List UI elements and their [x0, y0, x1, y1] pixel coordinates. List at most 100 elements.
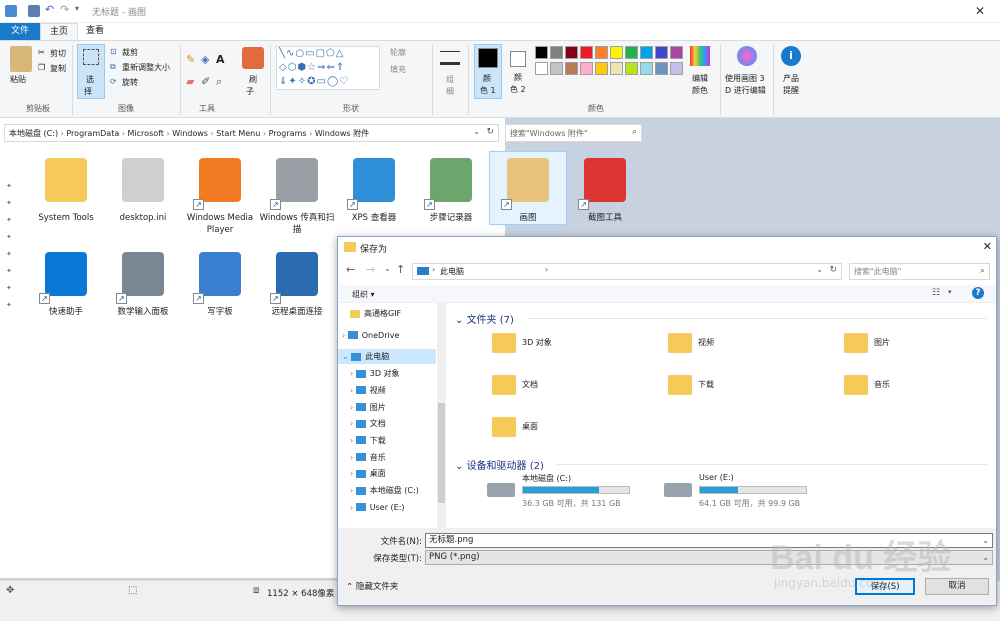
- drive-name[interactable]: 本地磁盘 (C:): [522, 473, 571, 484]
- color-swatch[interactable]: [670, 46, 683, 59]
- chevron-down-icon[interactable]: ▾: [948, 288, 952, 296]
- folder-label[interactable]: 图片: [874, 337, 890, 348]
- color-swatch[interactable]: [655, 46, 668, 59]
- dialog-search-input[interactable]: 搜索"此电脑" ⌕: [849, 263, 990, 280]
- save-icon[interactable]: [28, 5, 40, 17]
- resize-button[interactable]: 重新调整大小: [122, 62, 170, 73]
- tree-item[interactable]: › 视频: [338, 383, 436, 398]
- color-swatch[interactable]: [610, 46, 623, 59]
- color-swatch[interactable]: [595, 62, 608, 75]
- color-swatch[interactable]: [625, 62, 638, 75]
- paint3d-label[interactable]: 使用画图 3: [725, 73, 765, 84]
- refresh-icon[interactable]: ↻: [829, 265, 837, 275]
- tab-home[interactable]: 主页: [40, 23, 78, 40]
- drive-name[interactable]: User (E:): [699, 473, 734, 482]
- tree-item[interactable]: › 本地磁盘 (C:): [338, 483, 436, 498]
- brush-label[interactable]: 刷: [249, 74, 257, 85]
- color-picker-icon[interactable]: ✐: [201, 75, 210, 88]
- redo-icon[interactable]: ↷: [60, 3, 69, 16]
- folder-icon[interactable]: [492, 333, 516, 353]
- chevron-down-icon[interactable]: ⌄: [982, 534, 989, 547]
- folder-label[interactable]: 音乐: [874, 379, 890, 390]
- hide-folders-toggle[interactable]: ⌃ 隐藏文件夹: [346, 580, 398, 592]
- up-icon[interactable]: ↑: [396, 263, 405, 276]
- copy-button[interactable]: 复制: [50, 63, 66, 74]
- tree-item[interactable]: › 音乐: [338, 450, 436, 465]
- folder-icon[interactable]: [844, 333, 868, 353]
- info-icon[interactable]: i: [781, 46, 801, 66]
- scissors-icon[interactable]: ✂: [38, 48, 45, 57]
- shapes-gallery[interactable]: ╲∿○▭▢⬠△ ◇⬡⬢☆⇒⇐⇑ ⇓✦✧✪▭◯♡: [276, 46, 380, 90]
- select-button[interactable]: 选 择: [77, 44, 105, 99]
- paste-icon[interactable]: [10, 46, 32, 72]
- crop-button[interactable]: 裁剪: [122, 47, 138, 58]
- folder-icon[interactable]: [492, 375, 516, 395]
- dialog-close-button[interactable]: ✕: [983, 240, 992, 253]
- folder-label[interactable]: 3D 对象: [522, 337, 552, 348]
- recent-dropdown-icon[interactable]: ⌄: [384, 264, 391, 273]
- tree-item[interactable]: › 3D 对象: [338, 366, 436, 381]
- magnifier-icon[interactable]: ⌕: [216, 75, 222, 89]
- scrollbar-thumb[interactable]: [438, 403, 445, 503]
- brush-label-2[interactable]: 子: [246, 86, 254, 97]
- paint3d-icon[interactable]: [737, 46, 757, 66]
- folder-label[interactable]: 下载: [698, 379, 714, 390]
- tree-item[interactable]: › 图片: [338, 400, 436, 415]
- color-swatch[interactable]: [670, 62, 683, 75]
- product-alert-label-2[interactable]: 提醒: [783, 85, 799, 96]
- color-swatch[interactable]: [550, 62, 563, 75]
- color-swatch[interactable]: [625, 46, 638, 59]
- pencil-icon[interactable]: ✎: [186, 53, 195, 66]
- outline-button[interactable]: 轮廓: [390, 47, 406, 58]
- color-swatch[interactable]: [580, 62, 593, 75]
- chevron-down-icon[interactable]: ⌄: [982, 551, 989, 564]
- fill-icon[interactable]: ◈: [201, 53, 209, 66]
- tree-item[interactable]: › 桌面: [338, 466, 436, 481]
- color1-button[interactable]: 颜 色 1: [474, 44, 502, 99]
- devices-section-header[interactable]: ⌄ 设备和驱动器 (2): [455, 457, 544, 472]
- quick-access-dropdown-icon[interactable]: ▾: [75, 4, 79, 13]
- organize-button[interactable]: 组织 ▾: [352, 289, 375, 300]
- color-swatch[interactable]: [550, 46, 563, 59]
- help-icon[interactable]: ?: [972, 287, 984, 299]
- color-swatch[interactable]: [655, 62, 668, 75]
- paste-button[interactable]: 粘贴: [10, 74, 26, 85]
- undo-icon[interactable]: ↶: [45, 3, 54, 16]
- fill-button[interactable]: 填充: [390, 64, 406, 75]
- resize-icon[interactable]: ⧉: [110, 62, 116, 72]
- rotate-button[interactable]: 旋转: [122, 77, 138, 88]
- color-swatch[interactable]: [640, 62, 653, 75]
- folder-label[interactable]: 视频: [698, 337, 714, 348]
- tree-item[interactable]: ⌄ 此电脑: [338, 349, 436, 365]
- color-swatch[interactable]: [610, 62, 623, 75]
- rotate-icon[interactable]: ⟳: [110, 77, 117, 86]
- chevron-down-icon[interactable]: ⌄: [816, 265, 823, 274]
- folder-label[interactable]: 桌面: [522, 421, 538, 432]
- folder-icon[interactable]: [668, 333, 692, 353]
- forward-icon[interactable]: →: [366, 263, 375, 276]
- paint3d-label-2[interactable]: D 进行编辑: [725, 85, 766, 96]
- size-icon[interactable]: [440, 51, 460, 65]
- tree-item[interactable]: › User (E:): [338, 500, 436, 515]
- folder-icon[interactable]: [668, 375, 692, 395]
- cut-button[interactable]: 剪切: [50, 48, 66, 59]
- tree-item[interactable]: 高通格GIF: [338, 306, 436, 321]
- tab-view[interactable]: 查看: [78, 23, 112, 40]
- back-icon[interactable]: ←: [346, 263, 355, 276]
- tree-scrollbar[interactable]: [437, 303, 446, 528]
- color-swatch[interactable]: [595, 46, 608, 59]
- size-label[interactable]: 组: [446, 74, 454, 85]
- color-swatch[interactable]: [535, 62, 548, 75]
- edit-colors-icon[interactable]: [690, 46, 710, 66]
- tab-file[interactable]: 文件: [0, 23, 40, 40]
- color2-button[interactable]: 颜 色 2: [506, 44, 532, 99]
- chevron-down-icon[interactable]: ⌄: [342, 352, 351, 361]
- crop-icon[interactable]: ⊡: [110, 47, 117, 56]
- eraser-icon[interactable]: ▰: [186, 75, 194, 88]
- product-alert-label[interactable]: 产品: [783, 73, 799, 84]
- color-swatch[interactable]: [580, 46, 593, 59]
- drive-icon[interactable]: [664, 483, 692, 497]
- folder-icon[interactable]: [844, 375, 868, 395]
- dialog-path-box[interactable]: › 此电脑 › ⌄ ↻: [412, 263, 842, 280]
- edit-colors-label[interactable]: 编辑: [692, 73, 708, 84]
